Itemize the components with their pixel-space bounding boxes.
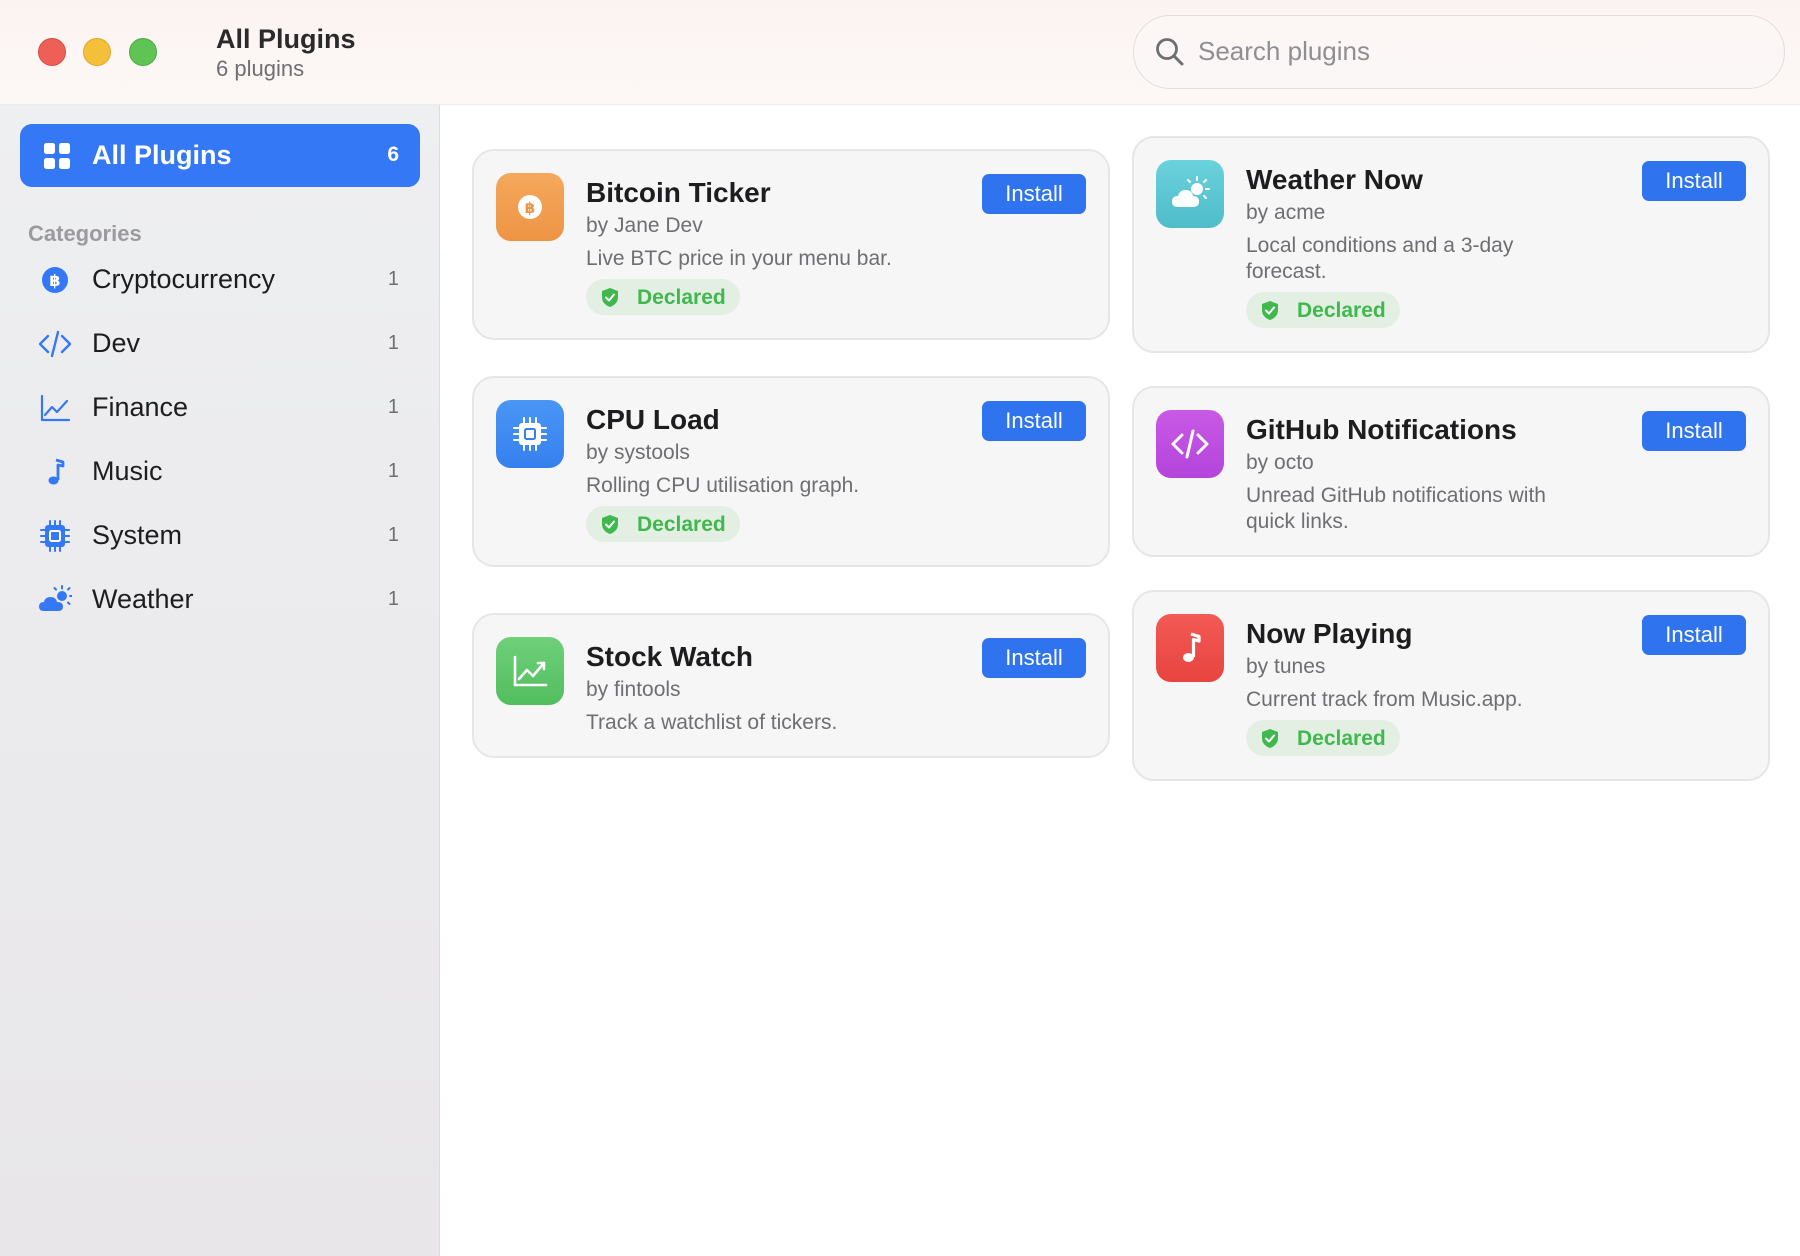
cloud-sun-icon — [39, 585, 72, 611]
badge-label: Declared — [637, 286, 726, 309]
sidebar-item-count: 1 — [387, 332, 399, 354]
install-button[interactable]: Install — [982, 174, 1086, 214]
categories-heading: Categories — [28, 221, 142, 246]
sidebar-item-count: 1 — [387, 524, 399, 546]
plugin-description: Rolling CPU utilisation graph. — [586, 474, 860, 497]
sidebar-item-all-plugins[interactable]: All Plugins 6 — [20, 124, 420, 187]
music-note-icon — [48, 458, 65, 485]
sidebar-item-count: 1 — [387, 588, 399, 610]
sidebar-item-label: Finance — [92, 392, 189, 422]
badge-label: Declared — [637, 513, 726, 536]
plugin-card: Now Playing by tunes Current track from … — [1132, 590, 1770, 781]
shield-check-icon — [602, 515, 618, 534]
svg-text:฿: ฿ — [525, 199, 535, 217]
sidebar-item-label: Cryptocurrency — [92, 264, 276, 294]
plugin-app-icon: ฿ — [496, 173, 564, 241]
plugin-author: by fintools — [586, 678, 681, 701]
plugin-author: by Jane Dev — [586, 214, 703, 237]
install-button[interactable]: Install — [1642, 615, 1746, 655]
shield-check-icon — [1262, 729, 1278, 748]
plugin-app-icon — [1156, 160, 1224, 228]
install-button[interactable]: Install — [1642, 161, 1746, 201]
sidebar-item-dev[interactable]: Dev 1 — [20, 316, 420, 372]
cpu-icon — [40, 520, 70, 552]
grid-icon — [44, 143, 70, 169]
plugin-description: Unread GitHub notifications with quick l… — [1246, 484, 1546, 533]
sidebar: All Plugins 6 Categories ฿ Cryptocurrenc… — [0, 105, 440, 1256]
plugin-card: GitHub Notifications by octo Unread GitH… — [1132, 386, 1770, 557]
chart-line-icon — [40, 394, 71, 422]
music-note-icon — [1183, 632, 1201, 662]
declared-badge: Declared — [1246, 292, 1400, 328]
shield-check-icon — [602, 288, 618, 307]
install-button[interactable]: Install — [1642, 411, 1746, 451]
sidebar-item-weather[interactable]: Weather 1 — [20, 572, 420, 628]
sidebar-item-cryptocurrency[interactable]: ฿ Cryptocurrency 1 — [20, 252, 420, 308]
plugin-description: Track a watchlist of tickers. — [586, 711, 838, 734]
plugin-app-icon — [1156, 410, 1224, 478]
badge-label: Declared — [1297, 299, 1386, 322]
plugin-name: Now Playing — [1246, 618, 1413, 649]
plugin-card: Weather Now by acme Local conditions and… — [1132, 136, 1770, 353]
plugin-author: by octo — [1246, 451, 1314, 474]
plugin-app-icon — [1156, 614, 1224, 682]
plugin-name: CPU Load — [586, 404, 720, 435]
bitcoin-icon: ฿ — [42, 267, 68, 293]
plugin-name: GitHub Notifications — [1246, 414, 1517, 445]
code-icon — [38, 330, 72, 358]
minimize-window-button[interactable] — [83, 38, 111, 66]
plugin-name: Weather Now — [1246, 164, 1423, 195]
sidebar-item-label: System — [92, 520, 183, 550]
plugin-card: CPU Load by systools Rolling CPU utilisa… — [472, 376, 1110, 567]
code-icon — [1171, 429, 1209, 459]
close-window-button[interactable] — [38, 38, 66, 66]
install-button[interactable]: Install — [982, 401, 1086, 441]
title-bar: All Plugins 6 plugins — [0, 0, 1800, 105]
plugin-description: Live BTC price in your menu bar. — [586, 247, 892, 270]
plugin-author: by acme — [1246, 201, 1326, 224]
sidebar-item-count: 1 — [387, 268, 399, 290]
sidebar-item-count: 1 — [387, 396, 399, 418]
plugin-author: by systools — [586, 441, 690, 464]
plugin-name: Bitcoin Ticker — [586, 177, 771, 208]
sidebar-item-label: Music — [92, 456, 163, 486]
bitcoin-icon: ฿ — [518, 195, 542, 219]
plugin-app-icon — [496, 637, 564, 705]
plugin-card: Stock Watch by fintools Track a watchlis… — [472, 613, 1110, 758]
cpu-icon — [513, 417, 547, 451]
install-button[interactable]: Install — [982, 638, 1086, 678]
svg-text:฿: ฿ — [49, 271, 60, 290]
sidebar-item-label: All Plugins — [92, 140, 232, 170]
plugin-description: Local conditions and a 3-day forecast. — [1246, 234, 1514, 283]
sidebar-item-system[interactable]: System 1 — [20, 508, 420, 564]
search-field[interactable] — [1133, 15, 1785, 89]
sidebar-item-music[interactable]: Music 1 — [20, 444, 420, 500]
cloud-sun-icon — [1172, 176, 1210, 207]
declared-badge: Declared — [586, 506, 740, 542]
window-title: All Plugins — [216, 24, 356, 54]
zoom-window-button[interactable] — [129, 38, 157, 66]
plugin-description: Current track from Music.app. — [1246, 688, 1523, 711]
sidebar-item-finance[interactable]: Finance 1 — [20, 380, 420, 436]
declared-badge: Declared — [586, 279, 740, 315]
sidebar-item-count: 1 — [387, 460, 399, 482]
sidebar-item-count: 6 — [387, 143, 399, 166]
chart-line-icon — [513, 655, 548, 687]
plugin-app-icon — [496, 400, 564, 468]
search-input[interactable] — [1198, 16, 1758, 86]
shield-check-icon — [1262, 301, 1278, 320]
window-subtitle: 6 plugins — [216, 56, 305, 81]
plugin-card: ฿ Bitcoin Ticker by Jane Dev Live BTC pr… — [472, 149, 1110, 340]
badge-label: Declared — [1297, 727, 1386, 750]
sidebar-item-label: Dev — [92, 328, 141, 358]
sidebar-item-label: Weather — [92, 584, 194, 614]
plugin-author: by tunes — [1246, 655, 1326, 678]
search-icon — [1156, 38, 1184, 66]
declared-badge: Declared — [1246, 720, 1400, 756]
plugin-name: Stock Watch — [586, 641, 753, 672]
